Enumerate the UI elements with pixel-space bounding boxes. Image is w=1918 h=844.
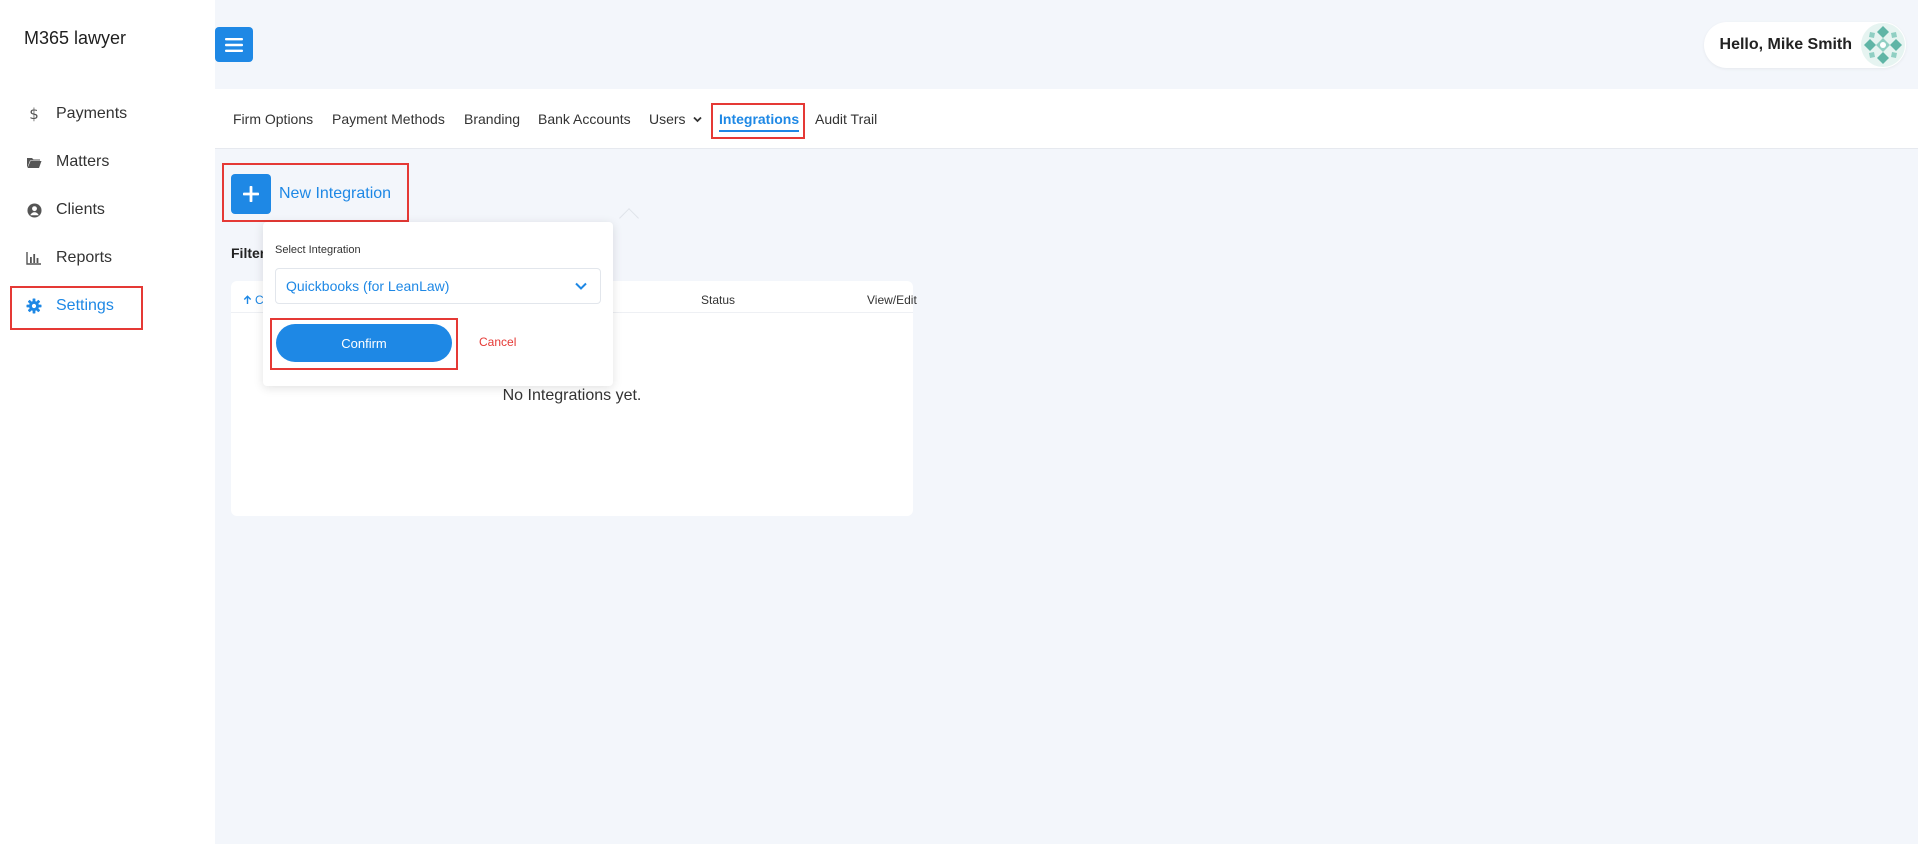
filter-label: Filter bbox=[231, 245, 266, 261]
sidebar-item-payments[interactable]: $ Payments bbox=[26, 100, 127, 128]
plus-icon bbox=[231, 174, 271, 214]
arrow-up-icon bbox=[243, 295, 252, 304]
integration-select[interactable]: Quickbooks (for LeanLaw) bbox=[275, 268, 601, 304]
main-area: Hello, Mike Smith Firm Options Payment M… bbox=[215, 0, 1918, 844]
new-integration-button[interactable]: New Integration bbox=[231, 174, 391, 214]
gear-icon bbox=[26, 298, 42, 314]
sidebar-item-reports[interactable]: Reports bbox=[26, 244, 112, 272]
sidebar: M365 lawyer $ Payments Matters Clients R… bbox=[0, 0, 215, 844]
tab-firm-options[interactable]: Firm Options bbox=[233, 111, 313, 127]
select-integration-label: Select Integration bbox=[275, 244, 361, 256]
sidebar-item-matters[interactable]: Matters bbox=[26, 148, 109, 176]
hamburger-menu-button[interactable] bbox=[215, 27, 253, 62]
tab-branding[interactable]: Branding bbox=[464, 111, 520, 127]
sidebar-item-label: Reports bbox=[56, 249, 113, 266]
tab-users[interactable]: Users bbox=[649, 111, 702, 127]
sidebar-item-label: Settings bbox=[56, 297, 114, 314]
chevron-down-icon bbox=[575, 282, 587, 290]
table-header-sortable[interactable]: C bbox=[243, 293, 264, 307]
empty-state-message: No Integrations yet. bbox=[502, 387, 642, 404]
sidebar-item-label: Payments bbox=[56, 105, 128, 122]
user-circle-icon bbox=[26, 202, 42, 218]
dollar-icon: $ bbox=[26, 106, 42, 122]
greeting-text: Hello, Mike Smith bbox=[1719, 36, 1852, 53]
bar-chart-icon bbox=[26, 250, 42, 266]
sidebar-item-clients[interactable]: Clients bbox=[26, 196, 105, 224]
cancel-link[interactable]: Cancel bbox=[479, 335, 516, 349]
avatar bbox=[1861, 23, 1905, 67]
hamburger-icon bbox=[225, 37, 243, 52]
confirm-button[interactable]: Confirm bbox=[276, 324, 452, 362]
popover-caret bbox=[619, 208, 639, 228]
svg-text:$: $ bbox=[29, 106, 39, 122]
sidebar-item-label: Clients bbox=[56, 201, 105, 218]
settings-tabs: Firm Options Payment Methods Branding Ba… bbox=[215, 89, 1918, 149]
sidebar-item-settings[interactable]: Settings bbox=[26, 292, 114, 320]
sidebar-item-label: Matters bbox=[56, 153, 110, 170]
tab-users-label: Users bbox=[649, 111, 686, 127]
brand-logo-text: M365 lawyer bbox=[24, 28, 127, 48]
select-integration-popover: Select Integration Quickbooks (for LeanL… bbox=[263, 222, 613, 386]
new-integration-label: New Integration bbox=[279, 185, 392, 202]
tab-payment-methods[interactable]: Payment Methods bbox=[332, 111, 445, 127]
table-header-view-edit: View/Edit bbox=[867, 293, 917, 307]
tab-integrations[interactable]: Integrations bbox=[719, 111, 800, 132]
tab-bank-accounts[interactable]: Bank Accounts bbox=[538, 111, 631, 127]
chevron-down-icon bbox=[692, 116, 702, 122]
user-greeting[interactable]: Hello, Mike Smith bbox=[1703, 22, 1906, 68]
table-header-status: Status bbox=[701, 293, 736, 307]
integration-select-value: Quickbooks (for LeanLaw) bbox=[286, 278, 450, 294]
folder-icon bbox=[26, 154, 42, 170]
tab-audit-trail[interactable]: Audit Trail bbox=[815, 111, 877, 127]
